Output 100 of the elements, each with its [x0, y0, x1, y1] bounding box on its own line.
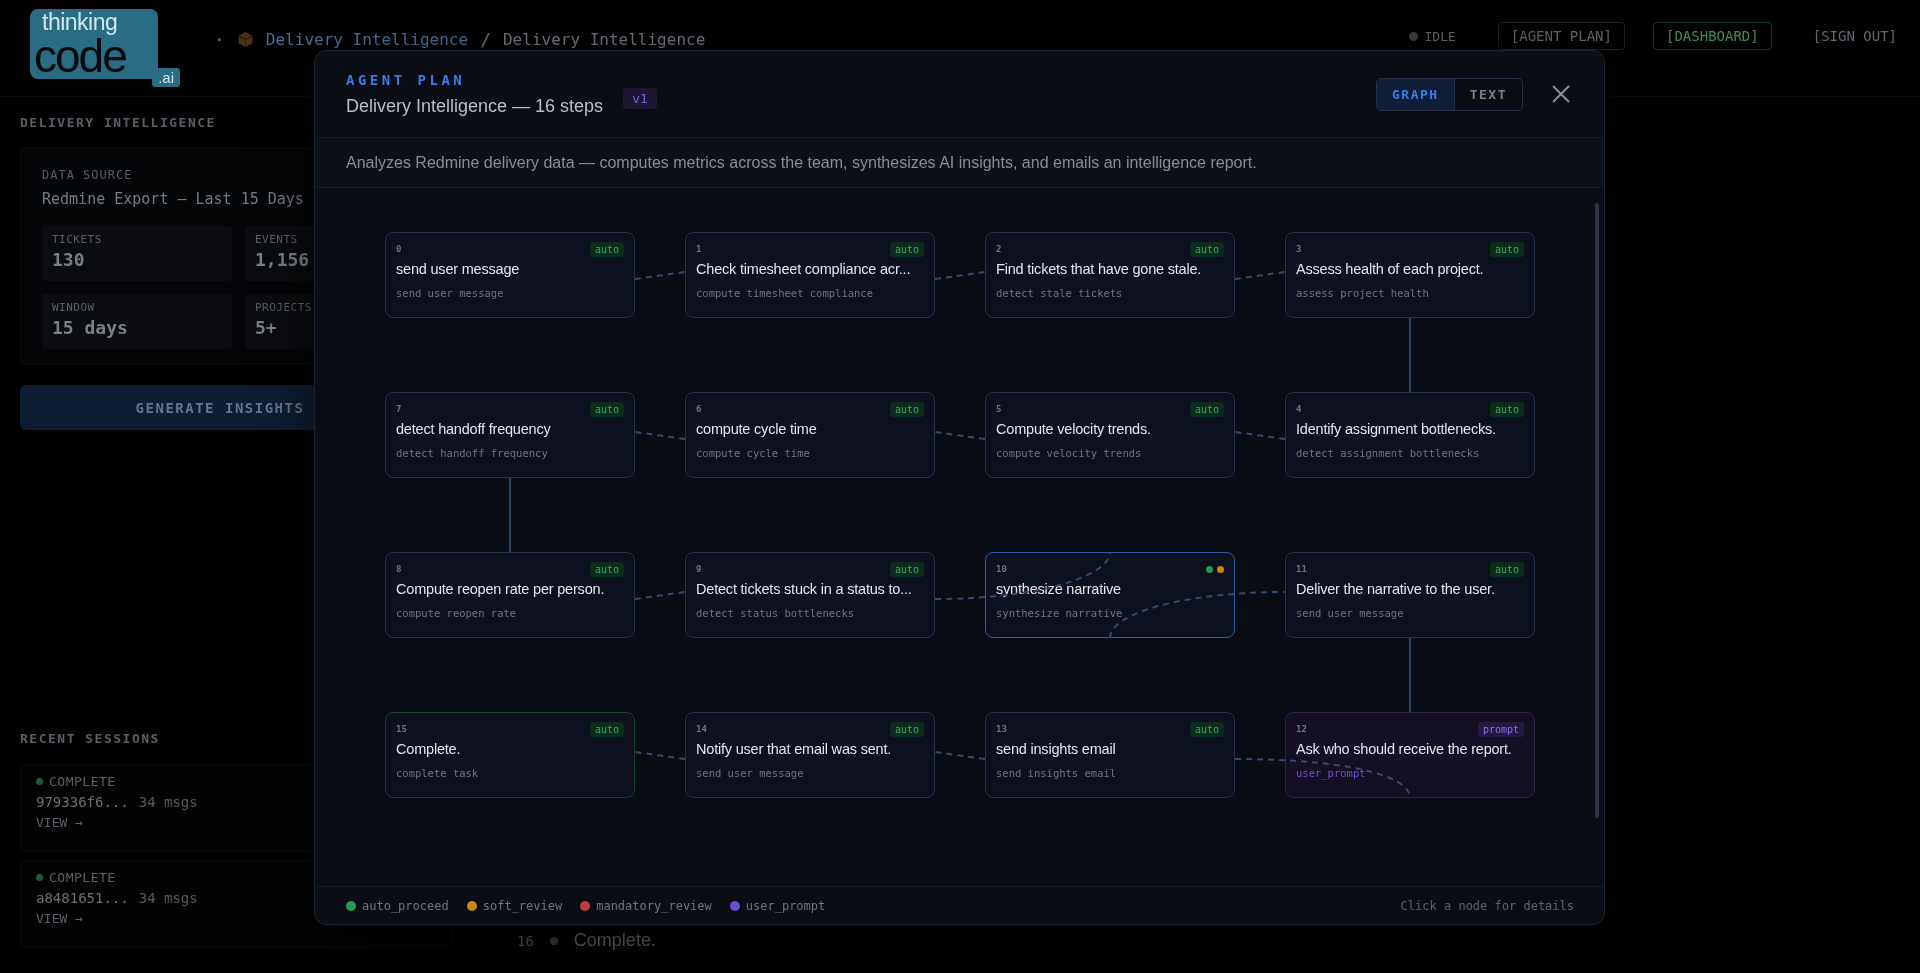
nav-button[interactable]: [DASHBOARD] — [1653, 22, 1772, 50]
step-number: 12 — [1296, 724, 1307, 734]
cube-icon — [236, 30, 254, 48]
step-title: Detect tickets stuck in a status to... — [696, 581, 913, 597]
step-tool: detect status bottlenecks — [696, 607, 856, 619]
step-number: 16 — [517, 932, 534, 949]
step-title: Ask who should receive the report. — [1296, 741, 1513, 757]
step-number: 1 — [696, 244, 702, 254]
mode-badge: auto — [589, 241, 624, 257]
stat-label: TICKETS — [52, 233, 102, 246]
logo-suffix: .ai — [152, 68, 180, 87]
logo-wordmark: code — [33, 35, 126, 77]
step-number: 4 — [1296, 404, 1302, 414]
view-tab[interactable]: TEXT — [1453, 78, 1522, 110]
scrollbar[interactable] — [1595, 203, 1599, 818]
mode-badge: auto — [1189, 241, 1224, 257]
step-title: Assess health of each project. — [1296, 261, 1485, 277]
plan-node[interactable]: 13 auto send insights email send insights email — [985, 712, 1235, 798]
plan-node[interactable]: 9 auto Detect tickets stuck in a status to... detect status bottlenecks — [685, 552, 935, 638]
field-label: DATA SOURCE — [42, 168, 133, 182]
step-title: send insights email — [996, 741, 1117, 757]
step-tool: compute cycle time — [696, 447, 811, 459]
mode-badge: auto — [889, 721, 924, 737]
step-title: Find tickets that have gone stale. — [996, 261, 1203, 277]
plan-node[interactable]: 11 auto Deliver the narrative to the user. send user message — [1285, 552, 1535, 638]
mode-badge: auto — [589, 561, 624, 577]
status-dot — [36, 874, 43, 881]
plan-node[interactable]: 5 auto Compute velocity trends. compute velocity trends — [985, 392, 1235, 478]
connector-line — [634, 751, 686, 760]
step-tool: complete task — [396, 767, 480, 779]
step-tool: compute velocity trends — [996, 447, 1143, 459]
step-tool: detect assignment bottlenecks — [1296, 447, 1481, 459]
message-count: 34 msgs — [138, 890, 198, 906]
step-title: synthesize narrative — [996, 581, 1122, 597]
step-number: 5 — [996, 404, 1002, 414]
step-tool: synthesize narrative — [996, 607, 1124, 619]
step-tool: send user message — [696, 767, 805, 779]
message-count: 34 msgs — [138, 794, 198, 810]
hint-text: Click a node for details — [1400, 898, 1574, 913]
legend-label: auto_proceed — [362, 898, 449, 913]
session-status: COMPLETE — [49, 870, 116, 885]
session-status: COMPLETE — [49, 774, 116, 789]
plan-node[interactable]: 14 auto Notify user that email was sent. send user message — [685, 712, 935, 798]
step-number: 6 — [696, 404, 702, 414]
stat-label: WINDOW — [52, 301, 95, 314]
stat-value: 1,156 — [255, 249, 310, 270]
step-title: send user message — [396, 261, 521, 277]
plan-node[interactable]: 4 auto Identify assignment bottlenecks. detect assignment bottlenecks — [1285, 392, 1535, 478]
step-tool: send insights email — [996, 767, 1118, 779]
step-title: Identify assignment bottlenecks. — [1296, 421, 1497, 437]
version-badge: v1 — [623, 87, 657, 109]
breadcrumb-link[interactable]: Delivery Intelligence — [265, 29, 469, 49]
step-number: 10 — [996, 564, 1007, 574]
mode-badge: auto — [889, 561, 924, 577]
step-title: Check timesheet compliance acr... — [696, 261, 912, 277]
connector-line — [934, 431, 986, 440]
plan-node[interactable]: 7 auto detect handoff frequency detect handoff frequency — [385, 392, 635, 478]
step-tool: user_prompt — [1296, 767, 1367, 779]
plan-node[interactable]: 0 auto send user message send user message — [385, 232, 635, 318]
mode-badge: auto — [589, 721, 624, 737]
data-source-value: Redmine Export — Last 15 Days — [42, 190, 304, 208]
step-dot — [549, 936, 558, 945]
plan-node[interactable]: 6 auto compute cycle time compute cycle time — [685, 392, 935, 478]
plan-node[interactable]: 8 auto Compute reopen rate per person. compute reopen rate — [385, 552, 635, 638]
step-number: 2 — [996, 244, 1002, 254]
step-tool: compute timesheet compliance — [696, 287, 874, 299]
step-tool: detect stale tickets — [996, 287, 1124, 299]
stat-value: 15 days — [52, 317, 128, 338]
nav-button[interactable]: [SIGN OUT] — [1799, 22, 1910, 50]
plan-node[interactable]: 15 auto Complete. complete task — [385, 712, 635, 798]
connector-line — [1234, 431, 1286, 440]
step-number: 7 — [396, 404, 402, 414]
mode-badge: auto — [1489, 401, 1524, 417]
step-number: 9 — [696, 564, 702, 574]
connector-line — [634, 271, 686, 280]
plan-node[interactable]: 3 auto Assess health of each project. assess project health — [1285, 232, 1535, 318]
plan-node[interactable]: 2 auto Find tickets that have gone stale. detect stale tickets — [985, 232, 1235, 318]
connector-line — [1234, 271, 1286, 280]
separator-dot: · — [214, 28, 225, 50]
step-title: Deliver the narrative to the user. — [1296, 581, 1496, 597]
step-title: Compute velocity trends. — [996, 421, 1152, 437]
legend-label: user_prompt — [745, 898, 826, 913]
connector-line — [934, 271, 986, 280]
mode-badge: auto — [1489, 241, 1524, 257]
view-tab[interactable]: GRAPH — [1377, 78, 1454, 110]
stat-label: PROJECTS — [255, 301, 312, 314]
step-number: 13 — [996, 724, 1007, 734]
mode-badge: auto — [889, 241, 924, 257]
plan-description: Analyzes Redmine delivery data — computes metrics across the team, synthesizes AI insights, and emails an intelligence report. — [346, 153, 1257, 172]
plan-node[interactable]: 1 auto Check timesheet compliance acr... compute timesheet compliance — [685, 232, 935, 318]
dialog-title: Delivery Intelligence — 16 steps — [346, 95, 604, 117]
mode-badge: auto — [1189, 721, 1224, 737]
plan-node[interactable]: 12 prompt Ask who should receive the report. user_prompt — [1285, 712, 1535, 798]
section-title: DELIVERY INTELLIGENCE — [20, 115, 216, 130]
step-title: Notify user that email was sent. — [696, 741, 893, 757]
status-label: IDLE — [1424, 28, 1456, 44]
mode-badge: auto — [589, 401, 624, 417]
step-label: Complete. — [573, 930, 656, 951]
step-tool: send user message — [396, 287, 505, 299]
plan-node[interactable]: 10 synthesize narrative synthesize narrative — [985, 552, 1235, 638]
